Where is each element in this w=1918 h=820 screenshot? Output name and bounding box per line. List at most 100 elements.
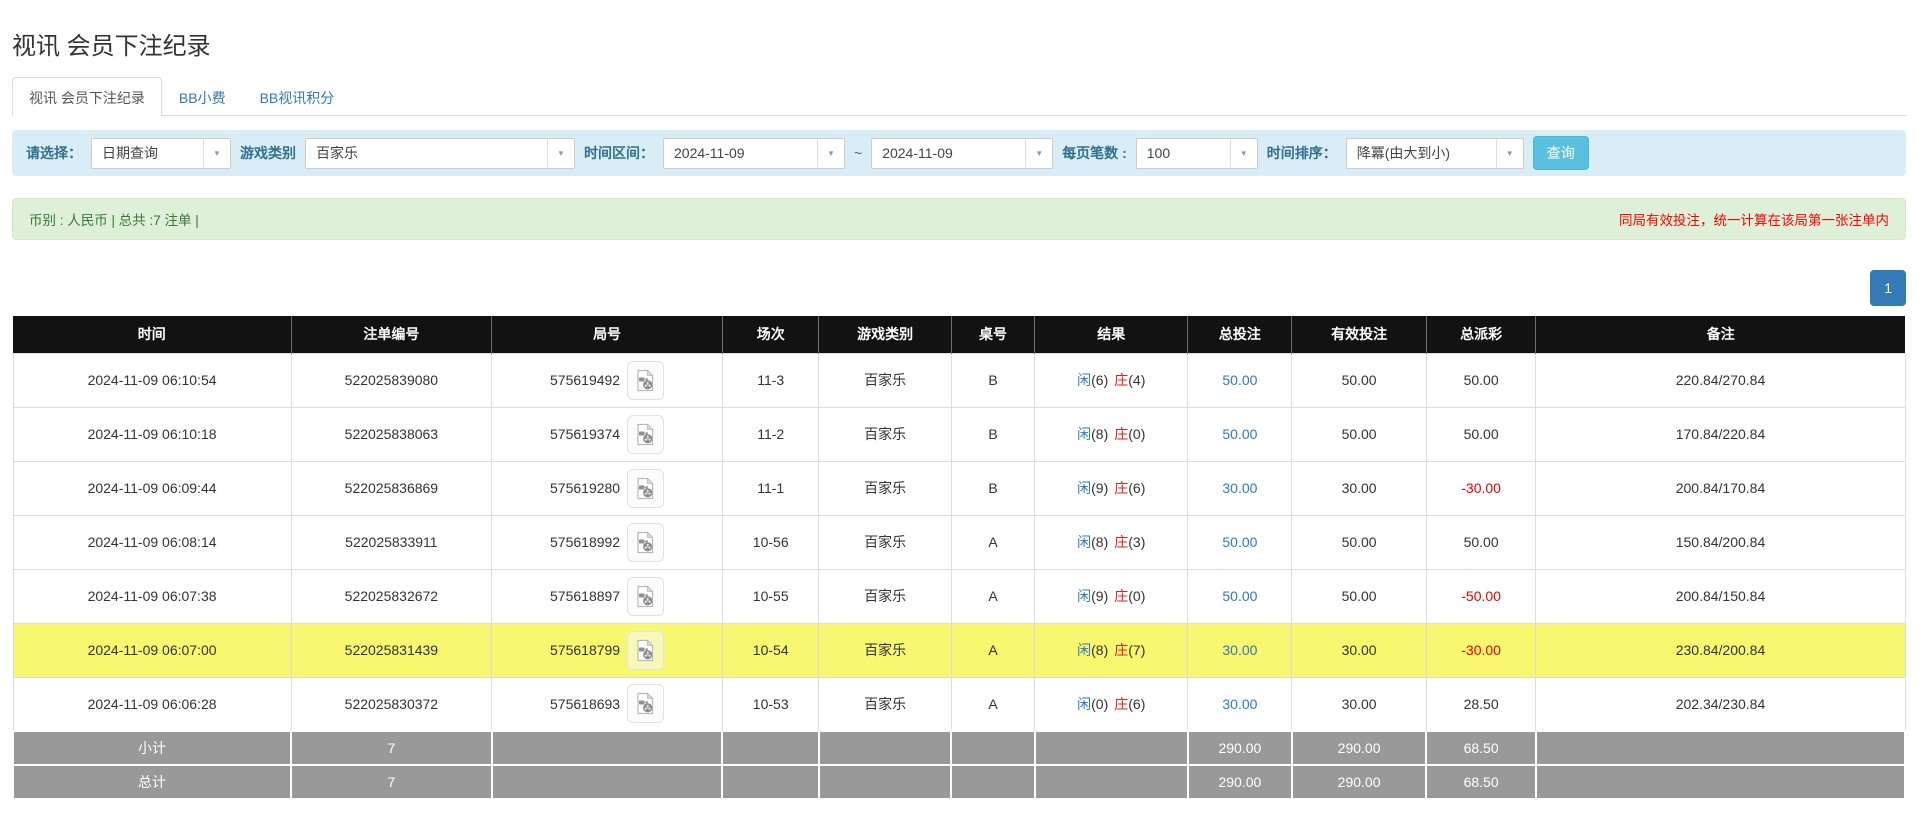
table-footer: 小计 7 290.00 290.00 68.50 总计 7 290.00 290… <box>13 731 1905 799</box>
result-banker-label: 庄 <box>1114 588 1128 604</box>
cell-time: 2024-11-09 06:08:14 <box>13 515 291 569</box>
cell-table-no: A <box>951 515 1034 569</box>
range-separator: ~ <box>854 145 862 161</box>
tab-bb-tips[interactable]: BB小费 <box>162 77 243 116</box>
tab-bb-video-points[interactable]: BB视讯积分 <box>243 77 352 116</box>
col-payout: 总派彩 <box>1426 316 1536 353</box>
summary-payout-cell: 68.50 <box>1426 765 1536 799</box>
result-player-label: 闲 <box>1077 588 1091 604</box>
cell-payout: -50.00 <box>1426 569 1536 623</box>
result-banker-label: 庄 <box>1114 480 1128 496</box>
result-player-score: (8) <box>1091 426 1108 442</box>
video-replay-button[interactable] <box>627 684 664 723</box>
cell-total-bet: 50.00 <box>1188 353 1292 407</box>
cell-valid-bet: 50.00 <box>1292 515 1426 569</box>
cell-payout: 50.00 <box>1426 515 1536 569</box>
film-reel-document-icon <box>635 639 656 662</box>
cell-payout: 50.00 <box>1426 353 1536 407</box>
cell-note: 200.84/150.84 <box>1536 569 1905 623</box>
page-title: 视讯 会员下注纪录 <box>12 26 1906 61</box>
chevron-down-icon: ▼ <box>817 139 844 168</box>
date-to-select[interactable]: 2024-11-09 ▼ <box>871 138 1053 169</box>
cell-note: 150.84/200.84 <box>1536 515 1905 569</box>
time-range-label: 时间区间： <box>584 143 654 163</box>
total-bet-link[interactable]: 50.00 <box>1222 534 1257 550</box>
same-round-note: 同局有效投注，统一计算在该局第一张注单内 <box>1619 209 1889 229</box>
cell-game-type: 百家乐 <box>819 677 951 731</box>
result-banker-score: (6) <box>1128 480 1145 496</box>
round-id-text: 575618693 <box>550 696 620 712</box>
col-total-bet: 总投注 <box>1188 316 1292 353</box>
cell-time: 2024-11-09 06:10:54 <box>13 353 291 407</box>
total-bet-link[interactable]: 30.00 <box>1222 480 1257 496</box>
summary-bar: 币别 : 人民币 | 总共 :7 注单 | 同局有效投注，统一计算在该局第一张注… <box>12 198 1906 240</box>
result-player-label: 闲 <box>1077 642 1091 658</box>
cell-session: 10-55 <box>722 569 818 623</box>
total-bet-link[interactable]: 50.00 <box>1222 372 1257 388</box>
result-banker-score: (3) <box>1128 534 1145 550</box>
film-reel-document-icon <box>635 692 656 715</box>
video-replay-button[interactable] <box>627 415 664 454</box>
result-banker-label: 庄 <box>1114 534 1128 550</box>
cell-bet-id: 522025831439 <box>291 623 492 677</box>
tab-betting-records[interactable]: 视讯 会员下注纪录 <box>12 77 162 116</box>
video-replay-button[interactable] <box>627 523 664 562</box>
result-player-label: 闲 <box>1077 372 1091 388</box>
chevron-down-icon: ▼ <box>547 139 574 168</box>
cell-result: 闲(8)庄(3) <box>1035 515 1188 569</box>
sort-order-label: 时间排序： <box>1267 143 1337 163</box>
table-row: 2024-11-09 06:08:14 522025833911 5756189… <box>13 515 1905 569</box>
video-replay-button[interactable] <box>627 631 664 670</box>
table-row: 2024-11-09 06:07:38 522025832672 5756188… <box>13 569 1905 623</box>
cell-result: 闲(0)庄(6) <box>1035 677 1188 731</box>
cell-payout: 28.50 <box>1426 677 1536 731</box>
video-replay-button[interactable] <box>627 577 664 616</box>
col-note: 备注 <box>1536 316 1905 353</box>
cell-valid-bet: 30.00 <box>1292 461 1426 515</box>
query-type-select[interactable]: 日期查询 ▼ <box>91 138 231 169</box>
date-from-select[interactable]: 2024-11-09 ▼ <box>663 138 845 169</box>
video-replay-button[interactable] <box>627 361 664 400</box>
tab-bar: 视讯 会员下注纪录 BB小费 BB视讯积分 <box>12 77 1906 116</box>
cell-bet-id: 522025838063 <box>291 407 492 461</box>
col-game-type: 游戏类别 <box>819 316 951 353</box>
film-reel-document-icon <box>635 369 656 392</box>
result-banker-score: (0) <box>1128 426 1145 442</box>
result-banker-score: (6) <box>1128 696 1145 712</box>
chevron-down-icon: ▼ <box>203 139 230 168</box>
total-bet-link[interactable]: 30.00 <box>1222 696 1257 712</box>
col-result: 结果 <box>1035 316 1188 353</box>
cell-game-type: 百家乐 <box>819 461 951 515</box>
cell-total-bet: 50.00 <box>1188 515 1292 569</box>
sort-order-select[interactable]: 降冪(由大到小) ▼ <box>1346 138 1524 169</box>
page-1-button[interactable]: 1 <box>1870 270 1906 306</box>
cell-note: 202.34/230.84 <box>1536 677 1905 731</box>
cell-total-bet: 30.00 <box>1188 623 1292 677</box>
result-banker-score: (0) <box>1128 588 1145 604</box>
page-container: 视讯 会员下注纪录 视讯 会员下注纪录 BB小费 BB视讯积分 请选择： 日期查… <box>0 26 1918 800</box>
video-replay-button[interactable] <box>627 469 664 508</box>
total-bet-link[interactable]: 50.00 <box>1222 588 1257 604</box>
cell-valid-bet: 30.00 <box>1292 623 1426 677</box>
total-bet-link[interactable]: 30.00 <box>1222 642 1257 658</box>
summary-valid-bet-cell: 290.00 <box>1292 731 1426 765</box>
cell-game-type: 百家乐 <box>819 407 951 461</box>
cell-payout: -30.00 <box>1426 461 1536 515</box>
game-type-select[interactable]: 百家乐 ▼ <box>305 138 575 169</box>
chevron-down-icon: ▼ <box>1025 139 1052 168</box>
result-player-score: (8) <box>1091 642 1108 658</box>
game-type-label: 游戏类别 <box>240 143 296 163</box>
page-size-select[interactable]: 100 ▼ <box>1136 138 1258 169</box>
result-banker-score: (4) <box>1128 372 1145 388</box>
summary-row: 小计 7 290.00 290.00 68.50 <box>13 731 1905 765</box>
round-id-text: 575618799 <box>550 642 620 658</box>
cell-total-bet: 50.00 <box>1188 407 1292 461</box>
cell-table-no: B <box>951 461 1034 515</box>
result-banker-label: 庄 <box>1114 372 1128 388</box>
query-button[interactable]: 查询 <box>1533 136 1589 170</box>
summary-count-cell: 7 <box>291 731 492 765</box>
result-banker-score: (7) <box>1128 642 1145 658</box>
total-bet-link[interactable]: 50.00 <box>1222 426 1257 442</box>
date-to-value: 2024-11-09 <box>872 139 1025 168</box>
cell-total-bet: 50.00 <box>1188 569 1292 623</box>
